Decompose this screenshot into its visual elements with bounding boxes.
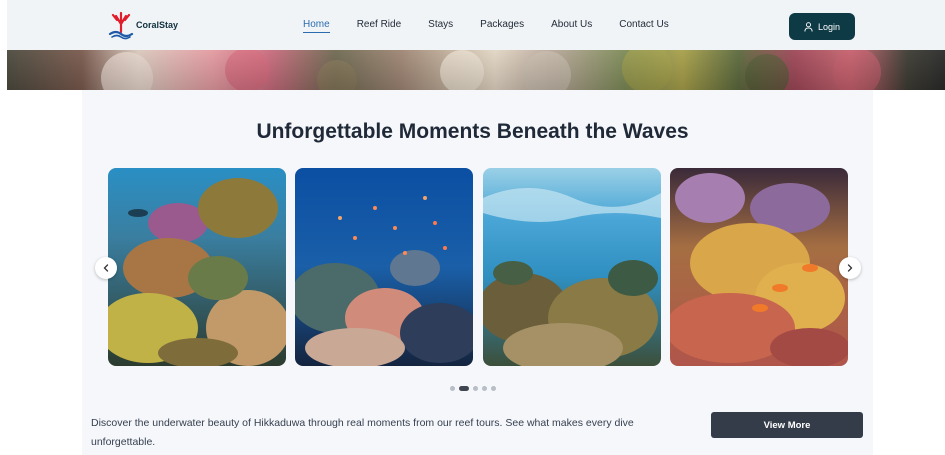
shallow-reef-photo [483, 168, 661, 366]
nav-link-packages[interactable]: Packages [480, 19, 524, 33]
nav-link-contact-us[interactable]: Contact Us [619, 19, 668, 33]
login-button[interactable]: Login [789, 13, 855, 40]
carousel-next-button[interactable] [839, 257, 861, 279]
section-title: Unforgettable Moments Beneath the Waves [256, 120, 689, 143]
nav-link-about-us[interactable]: About Us [551, 19, 592, 33]
chevron-left-icon [103, 264, 109, 272]
carousel-pagination [450, 386, 496, 391]
carousel-dot-3[interactable] [473, 386, 478, 391]
section-description: Discover the underwater beauty of Hikkad… [91, 417, 634, 448]
login-label: Login [817, 21, 841, 32]
coral-reef-photo [108, 168, 286, 366]
user-icon [804, 21, 813, 32]
hero-photo-overlay [101, 50, 881, 90]
carousel-dot-4[interactable] [482, 386, 487, 391]
nav-link-stays[interactable]: Stays [428, 19, 453, 33]
hero-image [7, 50, 945, 90]
gallery-image-3[interactable] [483, 168, 661, 366]
brand-logo[interactable]: CoralStay [108, 10, 178, 40]
top-nav: CoralStay Home Reef Ride Stays Packages … [7, 0, 945, 50]
carousel-dot-5[interactable] [491, 386, 496, 391]
gallery-image-4[interactable] [670, 168, 848, 366]
nav-link-home[interactable]: Home [303, 19, 330, 33]
carousel-dot-2[interactable] [459, 386, 469, 391]
carousel-dot-1[interactable] [450, 386, 455, 391]
carousel-prev-button[interactable] [95, 257, 117, 279]
chevron-right-icon [847, 264, 853, 272]
fish-school-photo [295, 168, 473, 366]
gallery-image-2[interactable] [295, 168, 473, 366]
view-more-button[interactable]: View More [711, 412, 863, 438]
brand-name: CoralStay [136, 20, 179, 30]
clownfish-anemone-photo [670, 168, 848, 366]
gallery-image-1[interactable] [108, 168, 286, 366]
coral-logo-icon [108, 11, 134, 40]
nav-links: Home Reef Ride Stays Packages About Us C… [303, 19, 696, 33]
nav-link-reef-ride[interactable]: Reef Ride [357, 19, 401, 33]
